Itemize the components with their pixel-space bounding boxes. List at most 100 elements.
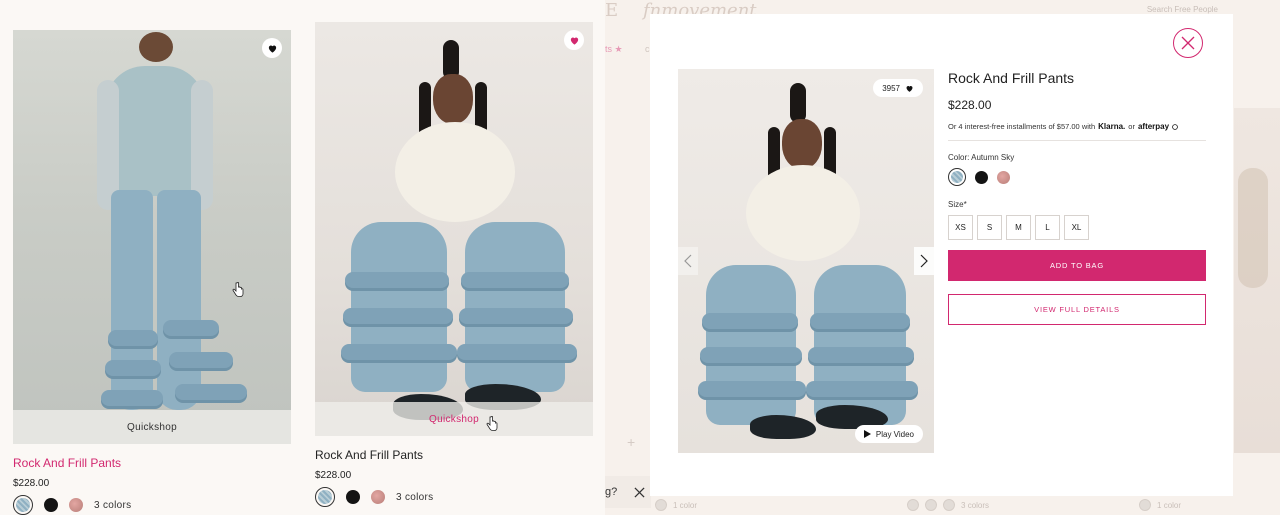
background-search: Search Free People: [1146, 5, 1218, 14]
ruffle: [105, 360, 161, 376]
background-nav: c: [645, 44, 650, 54]
play-video-button[interactable]: Play Video: [854, 425, 923, 443]
swatch-black[interactable]: [346, 490, 360, 504]
likes-badge[interactable]: 3957: [873, 79, 923, 97]
wishlist-button[interactable]: [262, 38, 282, 58]
color-swatches: 3 colors: [315, 487, 593, 507]
ruffle: [101, 390, 163, 406]
colors-count: 3 colors: [396, 491, 434, 503]
ruffle: [175, 384, 247, 400]
background-colors-count: 1 color: [673, 500, 698, 510]
ruffle: [810, 313, 910, 329]
quickshop-button[interactable]: Quickshop: [315, 402, 593, 436]
swatch-autumn-sky[interactable]: [315, 487, 335, 507]
play-video-label: Play Video: [875, 429, 914, 439]
hand-cursor-icon: [232, 282, 244, 297]
help-prompt[interactable]: g?: [605, 476, 651, 508]
wishlist-button[interactable]: [564, 30, 584, 50]
klarna-logo[interactable]: Klarna.: [1098, 122, 1125, 131]
product-image[interactable]: Quickshop: [315, 22, 593, 436]
product-image[interactable]: Quickshop: [13, 30, 291, 444]
size-option-xl[interactable]: XL: [1064, 215, 1089, 240]
figure-pants-leg: [465, 222, 565, 392]
background-promo: ts ★: [605, 44, 623, 54]
close-modal-button[interactable]: [1173, 28, 1203, 58]
colors-count: 3 colors: [94, 499, 132, 511]
divider: [948, 140, 1206, 141]
color-swatches: [948, 168, 1206, 186]
background-colors-count: 3 colors: [961, 500, 990, 510]
figure-sweater: [395, 122, 515, 222]
size-option-m[interactable]: M: [1006, 215, 1031, 240]
likes-count: 3957: [882, 83, 900, 93]
add-to-bag-button[interactable]: ADD TO BAG: [948, 250, 1206, 281]
figure-face: [433, 74, 473, 124]
size-label: Size*: [948, 200, 967, 209]
swatch-black[interactable]: [975, 170, 988, 184]
swatch-autumn-sky[interactable]: [13, 495, 33, 515]
ruffle: [806, 381, 918, 397]
ruffle: [698, 381, 806, 397]
ruffle: [457, 344, 577, 360]
background-swatches-row: 1 color 3 colors 1 color: [655, 496, 1235, 514]
figure-hair: [790, 83, 806, 123]
product-gallery[interactable]: 3957 Play Video: [678, 69, 934, 453]
close-icon[interactable]: [634, 486, 645, 498]
color-label: Color: Autumn Sky: [948, 153, 1015, 162]
help-prompt-text: g?: [605, 486, 618, 498]
size-option-xs[interactable]: XS: [948, 215, 973, 240]
play-icon: [863, 430, 871, 438]
product-title: Rock And Frill Pants: [948, 70, 1075, 86]
ruffle: [345, 272, 449, 288]
background-logo-letter: E: [605, 0, 619, 21]
figure-shoe: [750, 415, 816, 439]
ruffle: [459, 308, 573, 324]
figure-face: [782, 119, 822, 169]
ruffle: [700, 347, 802, 363]
chevron-left-icon: [684, 254, 692, 268]
figure-pants-leg: [351, 222, 447, 392]
figure-hair: [139, 32, 173, 62]
color-swatches: 3 colors: [13, 495, 291, 515]
size-option-s[interactable]: S: [977, 215, 1002, 240]
product-card[interactable]: Quickshop Rock And Frill Pants $228.00 3…: [13, 0, 291, 515]
swatch-rose[interactable]: [69, 498, 83, 512]
afterpay-arrows-icon: [1172, 123, 1178, 130]
installments-info: Or 4 interest-free installments of $57.0…: [948, 122, 1206, 131]
size-option-l[interactable]: L: [1035, 215, 1060, 240]
gallery-prev-button[interactable]: [678, 247, 698, 275]
swatch-black[interactable]: [44, 498, 58, 512]
ruffle: [163, 320, 219, 336]
figure-pants-leg: [706, 265, 796, 425]
ruffle: [702, 313, 798, 329]
product-name[interactable]: Rock And Frill Pants: [315, 448, 593, 462]
swatch-rose[interactable]: [371, 490, 385, 504]
product-price: $228.00: [13, 478, 50, 489]
product-grid: Quickshop Rock And Frill Pants $228.00 3…: [0, 0, 605, 515]
view-full-details-button[interactable]: VIEW FULL DETAILS: [948, 294, 1206, 325]
heart-icon: [570, 37, 578, 45]
product-info: Rock And Frill Pants $228.00 Or 4 intere…: [948, 70, 1206, 325]
afterpay-logo[interactable]: afterpay: [1138, 122, 1169, 131]
heart-icon: [268, 45, 276, 53]
swatch-rose[interactable]: [997, 170, 1010, 184]
plus-icon: +: [627, 434, 636, 450]
heart-icon: [906, 85, 913, 92]
gallery-next-button[interactable]: [914, 247, 934, 275]
ruffle: [169, 352, 233, 368]
quickshop-button[interactable]: Quickshop: [13, 410, 291, 444]
ruffle: [108, 330, 158, 346]
ruffle: [343, 308, 453, 324]
chevron-right-icon: [920, 254, 928, 268]
product-name[interactable]: Rock And Frill Pants: [13, 456, 291, 470]
size-selector: XS S M L XL: [948, 215, 1206, 240]
background-product-image: [1234, 108, 1280, 453]
installments-text: Or 4 interest-free installments of $57.0…: [948, 122, 1096, 131]
ruffle: [341, 344, 457, 360]
installments-or: or: [1128, 122, 1135, 131]
background-colors-count: 1 color: [1157, 500, 1182, 510]
figure-pants-leg: [157, 190, 201, 410]
swatch-autumn-sky[interactable]: [948, 168, 966, 186]
ruffle: [461, 272, 569, 288]
product-card[interactable]: Quickshop Rock And Frill Pants $228.00 3…: [315, 0, 593, 507]
